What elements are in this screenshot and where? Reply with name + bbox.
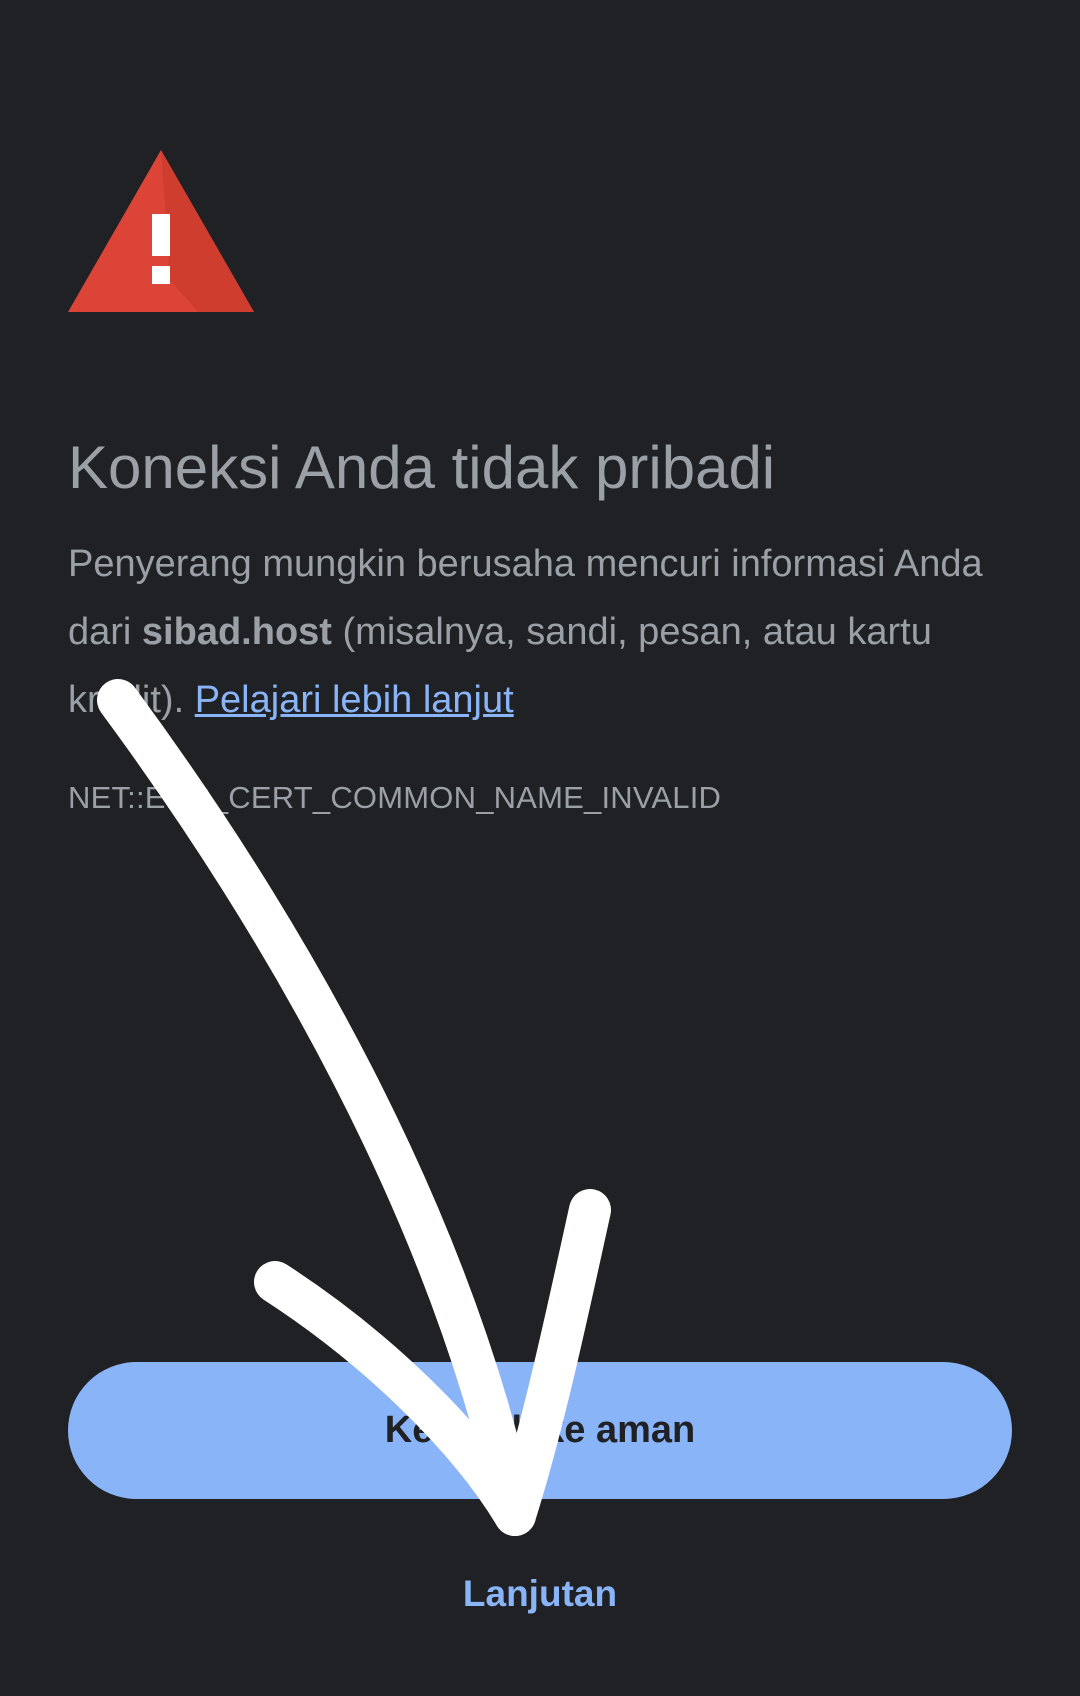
host-name: sibad.host (141, 611, 332, 653)
back-to-safety-button[interactable]: Kembali ke aman (68, 1362, 1012, 1499)
error-code: NET::ERR_CERT_COMMON_NAME_INVALID (68, 780, 722, 815)
page-title: Koneksi Anda tidak pribadi (68, 434, 776, 501)
advanced-link[interactable]: Lanjutan (0, 1573, 1080, 1615)
learn-more-link[interactable]: Pelajari lebih lanjut (195, 679, 514, 721)
warning-triangle-icon (68, 150, 254, 312)
warning-message: Penyerang mungkin berusaha mencuri infor… (68, 530, 998, 734)
